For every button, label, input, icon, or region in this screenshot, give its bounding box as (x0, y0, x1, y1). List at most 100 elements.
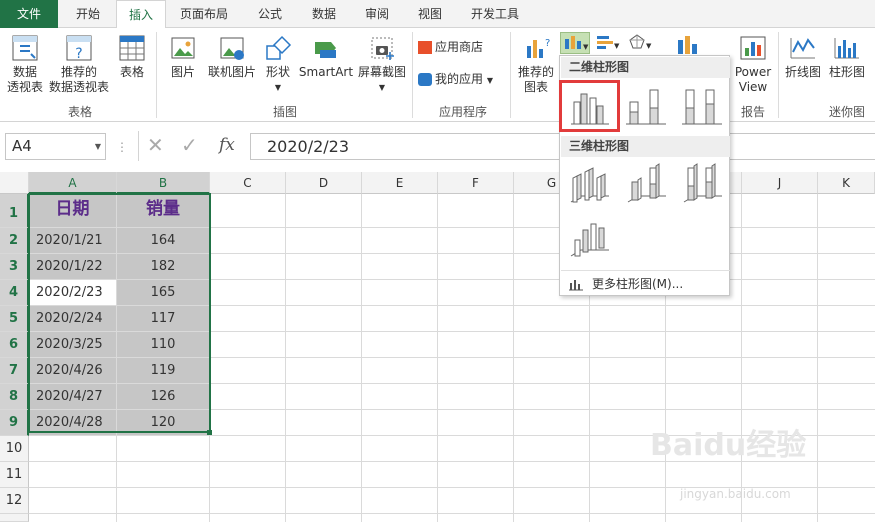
svg-text:▼: ▼ (614, 42, 620, 50)
3d-100-stacked-column-icon (683, 163, 722, 203)
tab-home[interactable]: 开始 (60, 0, 116, 28)
row-header-5[interactable]: 5 (0, 306, 29, 332)
recommended-pivot-button[interactable]: ? 推荐的 数据透视表 (48, 34, 110, 95)
cell-b5[interactable]: 117 (117, 306, 210, 332)
row-header-7[interactable]: 7 (0, 358, 29, 384)
3d-100-stacked-column-option[interactable] (678, 162, 726, 206)
my-apps-button[interactable]: 我的应用 ▼ (418, 72, 508, 88)
column-header-b[interactable]: B (117, 172, 210, 194)
stacked-column-option[interactable] (622, 84, 670, 128)
tab-insert[interactable]: 插入 (116, 0, 166, 29)
100-stacked-column-option[interactable] (678, 84, 726, 128)
cell-b4[interactable]: 165 (117, 280, 210, 306)
sparkline-column-button[interactable]: 柱形图 (826, 34, 868, 80)
3d-clustered-column-option[interactable] (565, 162, 613, 206)
column-chart-button[interactable]: ▼ (560, 32, 590, 54)
cell-b2[interactable]: 164 (117, 228, 210, 254)
picture-button[interactable]: 图片 (164, 34, 202, 80)
tab-review[interactable]: 审阅 (352, 0, 402, 28)
stacked-column-icon (626, 89, 666, 125)
recommended-charts-button[interactable]: ? 推荐的 图表 (516, 34, 556, 95)
row-header-6[interactable]: 6 (0, 332, 29, 358)
radar-chart-button[interactable]: ▼ (626, 32, 656, 54)
table-button[interactable]: 表格 (114, 34, 150, 80)
column-header-d[interactable]: D (286, 172, 362, 194)
tab-data[interactable]: 数据 (298, 0, 350, 28)
cell-b3[interactable]: 182 (117, 254, 210, 280)
separator (412, 32, 413, 118)
cell-b1[interactable]: 销量 (117, 194, 210, 228)
tab-page-layout[interactable]: 页面布局 (168, 0, 240, 28)
pivot-table-button[interactable]: 数据 透视表 (4, 34, 46, 95)
tab-view[interactable]: 视图 (404, 0, 456, 28)
screenshot-icon (371, 37, 394, 60)
cell-a3[interactable]: 2020/1/22 (29, 254, 117, 280)
cell-a5[interactable]: 2020/2/24 (29, 306, 117, 332)
fill-handle[interactable] (207, 430, 212, 435)
enter-icon[interactable]: ✓ (181, 133, 198, 157)
row-header-8[interactable]: 8 (0, 384, 29, 410)
column-header-k[interactable]: K (818, 172, 875, 194)
cell-a6[interactable]: 2020/3/25 (29, 332, 117, 358)
bar-chart-icon: ▼ (597, 36, 620, 50)
store-button[interactable]: 应用商店 (418, 40, 504, 55)
row-header-2[interactable]: 2 (0, 228, 29, 254)
screenshot-button[interactable]: 屏幕截图 ▼ (354, 34, 410, 95)
3d-stacked-column-icon (627, 163, 666, 203)
online-picture-button[interactable]: 联机图片 (204, 34, 260, 80)
cell-a9[interactable]: 2020/4/28 (29, 410, 117, 436)
cell-b7[interactable]: 119 (117, 358, 210, 384)
separator (156, 32, 157, 118)
cell-b8[interactable]: 126 (117, 384, 210, 410)
shapes-button[interactable]: 形状 ▼ (262, 34, 294, 95)
insert-function-icon[interactable]: fx (219, 135, 235, 155)
column-header-c[interactable]: C (210, 172, 286, 194)
select-all-corner[interactable] (0, 172, 29, 194)
row-header-12[interactable]: 12 (0, 488, 29, 514)
table-icon (119, 35, 145, 61)
column-header-j[interactable]: J (742, 172, 818, 194)
cell-a7[interactable]: 2020/4/26 (29, 358, 117, 384)
cell-a2[interactable]: 2020/1/21 (29, 228, 117, 254)
cell-a1[interactable]: 日期 (29, 194, 117, 228)
cell-b9[interactable]: 120 (117, 410, 210, 436)
store-icon (418, 41, 432, 54)
svg-text:▼: ▼ (646, 42, 652, 50)
grid-lines-ab (29, 436, 210, 522)
power-view-button[interactable]: Power View (733, 34, 773, 95)
sparkline-line-button[interactable]: 折线图 (782, 34, 824, 80)
picture-icon (171, 37, 195, 59)
tab-formulas[interactable]: 公式 (242, 0, 298, 28)
bar-chart-button[interactable]: ▼ (593, 32, 623, 54)
tab-file[interactable]: 文件 (0, 0, 58, 28)
group-label-reports: 报告 (740, 105, 765, 119)
row-header-3[interactable]: 3 (0, 254, 29, 280)
cell-a8[interactable]: 2020/4/27 (29, 384, 117, 410)
picture-label: 图片 (170, 65, 195, 79)
pivot-table-icon (12, 35, 38, 61)
3d-column-option[interactable] (565, 216, 613, 260)
section-3d-column: 三维柱形图 (561, 136, 730, 157)
row-header-13[interactable] (0, 514, 29, 522)
more-column-charts-item[interactable]: 更多柱形图(M)... (564, 274, 729, 294)
cell-b6[interactable]: 110 (117, 332, 210, 358)
column-header-e[interactable]: E (362, 172, 438, 194)
cancel-icon[interactable]: ✕ (147, 133, 164, 157)
recommended-pivot-icon: ? (66, 35, 92, 62)
tab-developer[interactable]: 开发工具 (458, 0, 532, 28)
sparkline-line-label: 折线图 (784, 65, 821, 79)
cell-a4-active[interactable]: 2020/2/23 (29, 280, 117, 306)
3d-stacked-column-option[interactable] (622, 162, 670, 206)
column-header-a[interactable]: A (29, 172, 117, 194)
row-header-11[interactable]: 11 (0, 462, 29, 488)
smartart-button[interactable]: SmartArt (298, 34, 354, 80)
row-header-1[interactable]: 1 (0, 194, 29, 228)
radar-chart-icon: ▼ (629, 34, 652, 50)
row-header-9[interactable]: 9 (0, 410, 29, 436)
chevron-down-icon[interactable]: ▼ (95, 134, 101, 159)
column-chart-icon: ▼ (565, 36, 589, 51)
row-header-10[interactable]: 10 (0, 436, 29, 462)
row-header-4[interactable]: 4 (0, 280, 29, 306)
column-header-f[interactable]: F (438, 172, 514, 194)
name-box[interactable]: A4 ▼ (5, 133, 106, 160)
